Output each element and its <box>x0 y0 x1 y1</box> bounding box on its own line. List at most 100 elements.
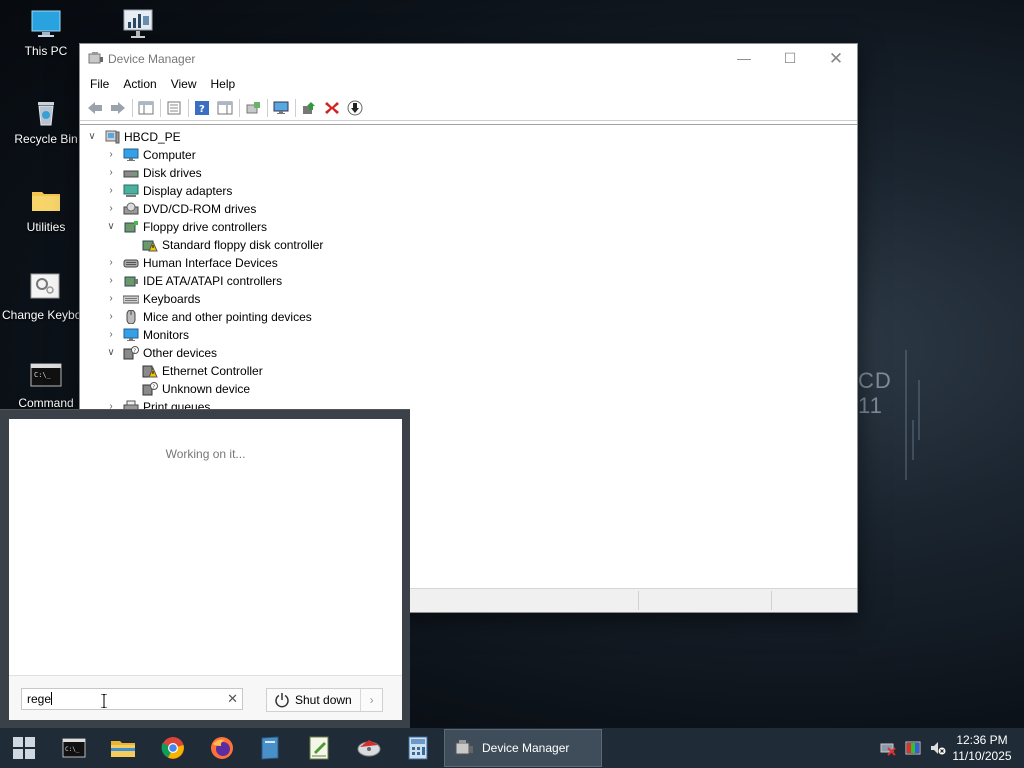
chevron-right-icon[interactable]: › <box>105 272 117 290</box>
taskbar-app-tool[interactable] <box>349 732 389 764</box>
tree-root[interactable]: ∨ HBCD_PE <box>80 128 857 146</box>
uninstall-device-button[interactable] <box>321 98 343 118</box>
clear-search-button[interactable]: ✕ <box>227 689 238 709</box>
close-button[interactable]: ✕ <box>813 44 859 73</box>
chevron-right-icon[interactable]: › <box>105 326 117 344</box>
tree-node-dvd-cd-rom[interactable]: › DVD/CD-ROM drives <box>80 200 857 218</box>
desktop-icon-command[interactable]: C:\_ Command <box>6 360 86 411</box>
tree-child-standard-floppy[interactable]: Standard floppy disk controller <box>80 236 857 254</box>
minimize-button[interactable]: — <box>721 44 767 73</box>
taskbar: C:\_ Device Manager 12:36 PM 11/10/2025 <box>0 728 1024 768</box>
shutdown-options-arrow[interactable]: › <box>360 689 382 711</box>
desktop-icon-label: This PC <box>24 44 68 58</box>
action-pane-button[interactable] <box>214 98 236 118</box>
properties-button[interactable] <box>163 98 185 118</box>
help-button[interactable]: ? <box>191 98 213 118</box>
shutdown-main[interactable]: Shut down <box>267 689 360 711</box>
tree-node-display-adapters[interactable]: › Display adapters <box>80 182 857 200</box>
wallpaper-line <box>912 420 914 460</box>
show-hide-console-tree-button[interactable] <box>135 98 157 118</box>
taskbar-app-calculator[interactable] <box>398 732 438 764</box>
folder-icon <box>30 184 62 216</box>
network-disconnected-icon[interactable] <box>880 740 896 756</box>
tree-node-computer[interactable]: › Computer <box>80 146 857 164</box>
desktop-icon-change-keyboard[interactable]: Change Keyboard Layo <box>2 272 88 323</box>
chevron-right-icon[interactable]: › <box>105 164 117 182</box>
taskbar-chrome[interactable] <box>153 732 193 764</box>
tree-node-label: Floppy drive controllers <box>143 220 268 234</box>
floppy-controller-icon <box>123 220 139 234</box>
chevron-right-icon[interactable]: › <box>105 254 117 272</box>
menu-action[interactable]: Action <box>116 73 163 95</box>
tree-node-label: Monitors <box>143 328 190 342</box>
network-monitor-icon <box>122 8 154 40</box>
mouse-icon <box>123 309 139 325</box>
taskbar-firefox[interactable] <box>202 732 242 764</box>
maximize-button[interactable]: ☐ <box>767 44 813 73</box>
tree-node-ide-controllers[interactable]: › IDE ATA/ATAPI controllers <box>80 272 857 290</box>
tree-node-floppy-controllers[interactable]: ∨ Floppy drive controllers <box>80 218 857 236</box>
chevron-right-icon[interactable]: › <box>105 182 117 200</box>
chevron-down-icon[interactable]: ∨ <box>86 128 98 146</box>
tree-node-other-devices[interactable]: ∨ ? Other devices <box>80 344 857 362</box>
tree-node-disk-drives[interactable]: › Disk drives <box>80 164 857 182</box>
chevron-down-icon[interactable]: ∨ <box>105 344 117 362</box>
tree-node-hid[interactable]: › Human Interface Devices <box>80 254 857 272</box>
display-color-icon[interactable] <box>905 740 921 756</box>
device-manager-icon <box>455 740 473 755</box>
disable-device-button[interactable] <box>344 98 366 118</box>
tree-node-keyboards[interactable]: › Keyboards <box>80 290 857 308</box>
tree-child-unknown-device[interactable]: ? Unknown device <box>80 380 857 398</box>
chevron-right-icon[interactable]: › <box>105 290 117 308</box>
download-arrow-icon <box>347 100 363 115</box>
toolbar-separator <box>267 98 268 117</box>
update-driver-button[interactable] <box>298 98 320 118</box>
forward-button[interactable] <box>107 98 129 118</box>
hid-icon <box>123 256 139 270</box>
toolbar-separator <box>239 98 240 117</box>
scan-for-hardware-changes-button[interactable] <box>242 98 264 118</box>
desktop-icon-recycle-bin[interactable]: Recycle Bin <box>6 96 86 147</box>
calculator-icon <box>408 736 428 760</box>
wallpaper-line <box>905 350 907 480</box>
desktop-icon-this-pc[interactable]: This PC <box>6 8 86 59</box>
start-menu-footer: rege ✕ Shut down › <box>9 675 402 720</box>
toolbar-separator <box>188 98 189 117</box>
taskbar-cmd[interactable]: C:\_ <box>54 732 94 764</box>
chrome-icon <box>161 737 184 759</box>
search-input[interactable]: rege ✕ <box>21 688 243 710</box>
tree-child-ethernet-controller[interactable]: Ethernet Controller <box>80 362 857 380</box>
desktop-icon-utilities[interactable]: Utilities <box>6 184 86 235</box>
desktop-icon-network[interactable] <box>98 8 178 44</box>
tree-node-mice[interactable]: › Mice and other pointing devices <box>80 308 857 326</box>
menu-file[interactable]: File <box>83 73 116 95</box>
tree-node-label: DVD/CD-ROM drives <box>143 202 257 216</box>
taskbar-app-editor[interactable] <box>299 732 339 764</box>
chevron-down-icon[interactable]: ∨ <box>105 218 117 236</box>
start-button[interactable] <box>4 732 44 764</box>
chevron-right-icon[interactable]: › <box>105 200 117 218</box>
power-icon <box>275 693 289 708</box>
back-button[interactable] <box>84 98 106 118</box>
menu-help[interactable]: Help <box>204 73 243 95</box>
tree-child-label: Standard floppy disk controller <box>162 238 324 252</box>
toolbar-separator <box>295 98 296 117</box>
svg-text:C:\_: C:\_ <box>34 371 52 379</box>
tree-node-monitors[interactable]: › Monitors <box>80 326 857 344</box>
title-bar[interactable]: Device Manager — ☐ ✕ <box>80 44 857 73</box>
taskbar-task-device-manager[interactable]: Device Manager <box>444 729 602 767</box>
chevron-right-icon[interactable]: › <box>105 146 117 164</box>
taskbar-app-notes[interactable] <box>250 732 290 764</box>
device-manager-icon <box>88 51 104 65</box>
windows-logo-icon <box>13 737 35 759</box>
other-devices-icon: ? <box>123 346 139 360</box>
display-devices-button[interactable] <box>270 98 292 118</box>
taskbar-explorer[interactable] <box>103 732 143 764</box>
taskbar-clock[interactable]: 12:36 PM 11/10/2025 <box>944 732 1020 764</box>
chevron-right-icon[interactable]: › <box>105 308 117 326</box>
shutdown-button[interactable]: Shut down › <box>266 688 383 712</box>
menu-view[interactable]: View <box>164 73 204 95</box>
caret <box>51 692 53 705</box>
toolbar: ? <box>80 95 857 121</box>
clock-date: 11/10/2025 <box>952 749 1012 763</box>
